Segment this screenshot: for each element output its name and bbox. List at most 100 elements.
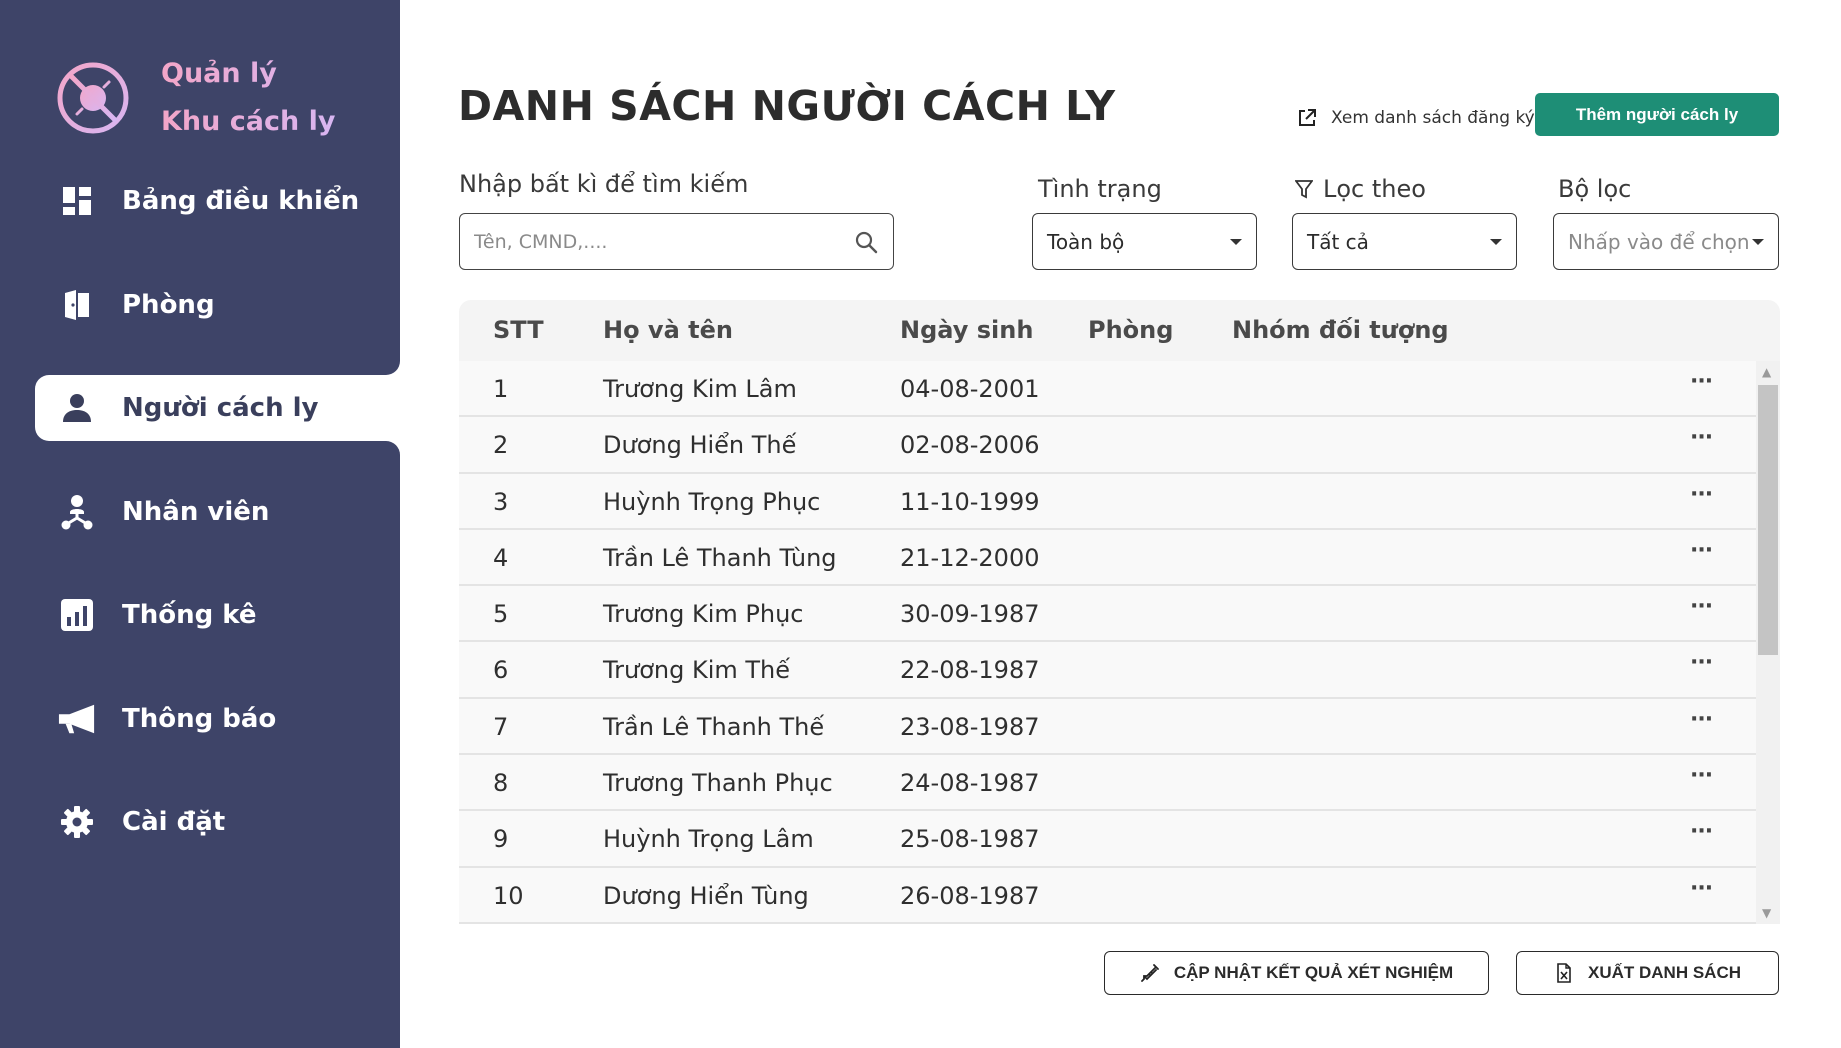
brand: Quản lý Khu cách ly xyxy=(55,50,335,146)
filter-label: Bộ lọc xyxy=(1558,175,1632,203)
table-row[interactable]: 7 Trần Lê Thanh Thế 23-08-1987 ··· xyxy=(459,698,1756,756)
cell-dob: 25-08-1987 xyxy=(900,825,1040,854)
more-options-button[interactable]: ··· xyxy=(1690,594,1713,619)
sidebar: Quản lý Khu cách ly Bảng điều khiển Phòn… xyxy=(0,0,400,1048)
update-test-results-label: CẬP NHẬT KẾT QUẢ XÉT NGHIỆM xyxy=(1173,963,1454,982)
sidebar-item-staff[interactable]: Nhân viên xyxy=(0,479,400,545)
cell-stt: 4 xyxy=(493,543,509,572)
table-row[interactable]: 6 Trương Kim Thế 22-08-1987 ··· xyxy=(459,642,1756,699)
cell-stt: 7 xyxy=(493,712,509,741)
column-header-stt[interactable]: STT xyxy=(493,316,544,344)
cell-dob: 11-10-1999 xyxy=(900,487,1040,516)
cell-stt: 3 xyxy=(493,487,509,516)
filter-by-label-group: Lọc theo xyxy=(1295,175,1426,203)
filter-by-select-value: Tất cả xyxy=(1307,229,1369,254)
sidebar-item-label: Người cách ly xyxy=(122,393,319,423)
export-list-label: XUẤT DANH SÁCH xyxy=(1588,963,1741,982)
cell-name: Trương Thanh Phục xyxy=(603,769,833,798)
person-icon xyxy=(58,389,96,427)
status-select[interactable]: Toàn bộ xyxy=(1032,213,1257,270)
cell-dob: 22-08-1987 xyxy=(900,656,1040,685)
status-select-value: Toàn bộ xyxy=(1047,229,1125,254)
scrollbar-thumb[interactable] xyxy=(1758,385,1778,655)
chevron-down-icon xyxy=(1490,238,1502,245)
table-body: 1 Trương Kim Lâm 04-08-2001 ··· 2 Dương … xyxy=(459,361,1756,924)
app: Quản lý Khu cách ly Bảng điều khiển Phòn… xyxy=(0,0,1841,1048)
view-registrations-link[interactable]: Xem danh sách đăng ký xyxy=(1297,108,1535,128)
sidebar-item-settings[interactable]: Cài đặt xyxy=(0,789,400,855)
cell-dob: 26-08-1987 xyxy=(900,881,1040,910)
filter-by-select[interactable]: Tất cả xyxy=(1292,213,1517,270)
update-test-results-button[interactable]: CẬP NHẬT KẾT QUẢ XÉT NGHIỆM xyxy=(1104,951,1489,995)
view-registrations-label: Xem danh sách đăng ký xyxy=(1331,108,1535,128)
more-options-button[interactable]: ··· xyxy=(1690,369,1713,394)
cell-dob: 21-12-2000 xyxy=(900,543,1040,572)
cell-stt: 5 xyxy=(493,600,509,629)
more-options-button[interactable]: ··· xyxy=(1690,425,1713,450)
table-row[interactable]: 4 Trần Lê Thanh Tùng 21-12-2000 ··· xyxy=(459,529,1756,587)
filter-select[interactable]: Nhấp vào để chọn xyxy=(1553,213,1779,270)
room-icon xyxy=(58,286,96,324)
more-options-button[interactable]: ··· xyxy=(1690,876,1713,901)
table-scrollbar[interactable]: ▲ ▼ xyxy=(1756,361,1780,924)
cell-name: Dương Hiển Thế xyxy=(603,431,797,460)
chevron-down-icon xyxy=(1230,238,1242,245)
table-row[interactable]: 10 Dương Hiển Tùng 26-08-1987 ··· xyxy=(459,867,1756,924)
cell-name: Trần Lê Thanh Tùng xyxy=(603,543,837,572)
cell-name: Huỳnh Trọng Phục xyxy=(603,487,821,516)
cell-dob: 02-08-2006 xyxy=(900,431,1040,460)
sidebar-item-label: Phòng xyxy=(122,289,215,320)
more-options-button[interactable]: ··· xyxy=(1690,482,1713,507)
table-row[interactable]: 1 Trương Kim Lâm 04-08-2001 ··· xyxy=(459,361,1756,418)
page-title: DANH SÁCH NGƯỜI CÁCH LY xyxy=(458,82,1116,130)
column-header-name[interactable]: Họ và tên xyxy=(603,316,733,344)
cell-stt: 10 xyxy=(493,881,524,910)
syringe-icon xyxy=(1140,964,1159,982)
brand-line-1: Quản lý xyxy=(161,58,277,89)
more-options-button[interactable]: ··· xyxy=(1690,763,1713,788)
search-icon[interactable] xyxy=(853,229,879,255)
cell-name: Trương Kim Thế xyxy=(603,656,791,685)
sidebar-item-dashboard[interactable]: Bảng điều khiển xyxy=(0,168,400,234)
table-row[interactable]: 2 Dương Hiển Thế 02-08-2006 ··· xyxy=(459,417,1756,474)
sidebar-item-quarantined[interactable]: Người cách ly xyxy=(35,375,400,441)
brand-line-2: Khu cách ly xyxy=(161,106,336,137)
cell-name: Trần Lê Thanh Thế xyxy=(603,712,825,741)
more-options-button[interactable]: ··· xyxy=(1690,707,1713,732)
sidebar-item-label: Thông báo xyxy=(122,703,277,734)
column-header-room[interactable]: Phòng xyxy=(1088,316,1173,344)
column-header-group[interactable]: Nhóm đối tượng xyxy=(1232,316,1449,344)
column-header-dob[interactable]: Ngày sinh xyxy=(900,316,1033,344)
sidebar-item-notifications[interactable]: Thông báo xyxy=(0,686,400,752)
cell-dob: 24-08-1987 xyxy=(900,769,1040,798)
more-options-button[interactable]: ··· xyxy=(1690,538,1713,563)
export-list-button[interactable]: XUẤT DANH SÁCH xyxy=(1516,951,1779,995)
search-input[interactable] xyxy=(474,230,853,253)
scroll-up-arrow-icon[interactable]: ▲ xyxy=(1762,365,1771,379)
dashboard-icon xyxy=(58,182,96,220)
cell-dob: 04-08-2001 xyxy=(900,375,1040,403)
excel-file-icon xyxy=(1557,963,1571,983)
filter-select-placeholder: Nhấp vào để chọn xyxy=(1568,229,1750,254)
more-options-button[interactable]: ··· xyxy=(1690,819,1713,844)
scroll-down-arrow-icon[interactable]: ▼ xyxy=(1762,906,1771,920)
chevron-down-icon xyxy=(1752,238,1764,245)
more-options-button[interactable]: ··· xyxy=(1690,650,1713,675)
cell-dob: 30-09-1987 xyxy=(900,600,1040,629)
sidebar-item-label: Nhân viên xyxy=(122,496,270,527)
sidebar-item-rooms[interactable]: Phòng xyxy=(0,272,400,338)
table-row[interactable]: 9 Huỳnh Trọng Lâm 25-08-1987 ··· xyxy=(459,811,1756,868)
virus-logo-icon xyxy=(57,62,129,134)
add-person-button[interactable]: Thêm người cách ly xyxy=(1535,93,1779,136)
quarantined-table: STT Họ và tên Ngày sinh Phòng Nhóm đối t… xyxy=(459,300,1780,924)
sidebar-item-label: Bảng điều khiển xyxy=(122,186,360,216)
table-row[interactable]: 5 Trương Kim Phục 30-09-1987 ··· xyxy=(459,586,1756,643)
cell-name: Trương Kim Phục xyxy=(603,600,804,629)
table-row[interactable]: 8 Trương Thanh Phục 24-08-1987 ··· xyxy=(459,755,1756,812)
staff-icon xyxy=(58,493,96,531)
table-row[interactable]: 3 Huỳnh Trọng Phục 11-10-1999 ··· xyxy=(459,473,1756,530)
cell-stt: 1 xyxy=(493,375,509,403)
cell-name: Trương Kim Lâm xyxy=(603,375,797,403)
cell-stt: 2 xyxy=(493,431,509,460)
sidebar-item-statistics[interactable]: Thống kê xyxy=(0,582,400,648)
